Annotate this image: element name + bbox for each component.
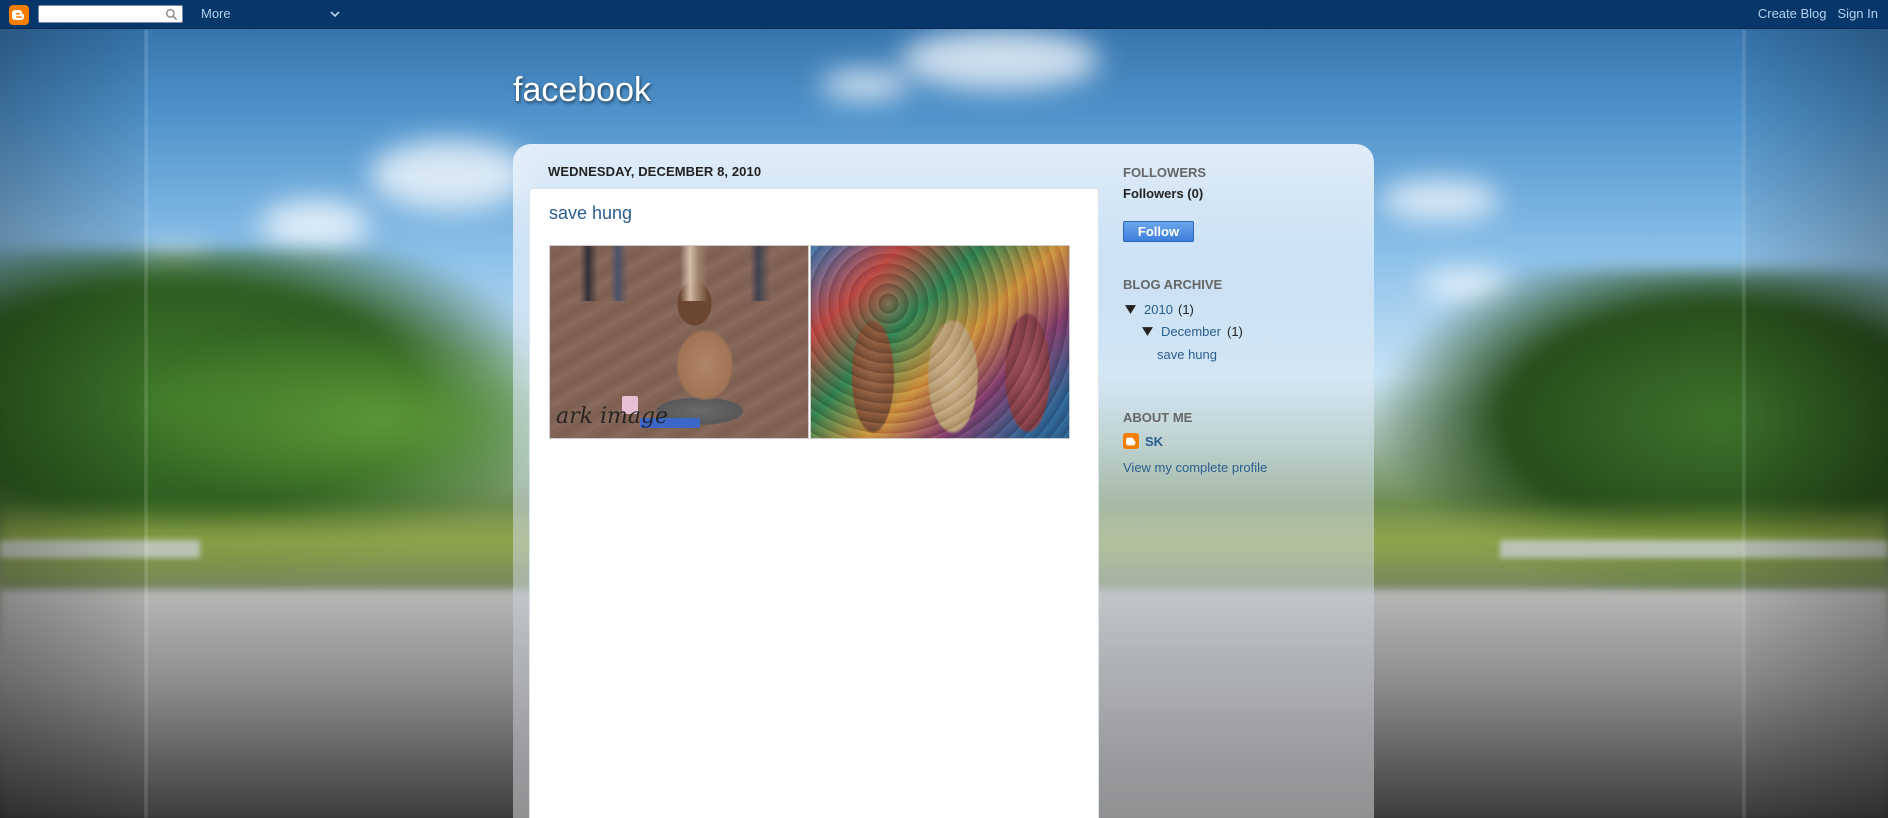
followers-count: Followers (0): [1123, 186, 1204, 201]
archive-month-count: (1): [1227, 324, 1243, 339]
post-title[interactable]: save hung: [549, 203, 632, 224]
post-image-man[interactable]: ark image: [549, 245, 809, 439]
followers-heading: FOLLOWERS: [1123, 165, 1207, 180]
search-input[interactable]: [39, 6, 157, 22]
archive-post-link[interactable]: save hung: [1157, 347, 1217, 362]
blogger-logo-icon[interactable]: [9, 5, 29, 25]
create-blog-link[interactable]: Create Blog: [1758, 6, 1827, 21]
sign-in-link[interactable]: Sign In: [1838, 6, 1878, 21]
triangle-down-icon[interactable]: [1125, 304, 1136, 315]
search-icon[interactable]: [165, 8, 178, 21]
follow-button[interactable]: Follow: [1123, 221, 1194, 242]
post-date: WEDNESDAY, DECEMBER 8, 2010: [548, 164, 762, 179]
navbar: More Create Blog Sign In: [0, 0, 1888, 29]
chevron-down-icon[interactable]: [328, 7, 342, 21]
archive-year-count: (1): [1178, 302, 1194, 317]
blogger-logo-icon: [1123, 433, 1139, 449]
view-profile-link[interactable]: View my complete profile: [1123, 460, 1267, 475]
archive-month-link[interactable]: December: [1161, 324, 1221, 339]
more-menu-link[interactable]: More: [201, 6, 231, 21]
archive-heading: BLOG ARCHIVE: [1123, 277, 1223, 292]
triangle-down-icon[interactable]: [1142, 326, 1153, 337]
about-heading: ABOUT ME: [1123, 410, 1193, 425]
nav-right-links: Create Blog Sign In: [1758, 6, 1878, 21]
search-box: [38, 5, 183, 23]
image-watermark: ark image: [556, 404, 669, 429]
archive-year-link[interactable]: 2010: [1144, 302, 1173, 317]
post-image-children[interactable]: [810, 245, 1070, 439]
profile-name-link[interactable]: SK: [1145, 434, 1163, 449]
blog-title[interactable]: facebook: [513, 71, 651, 110]
